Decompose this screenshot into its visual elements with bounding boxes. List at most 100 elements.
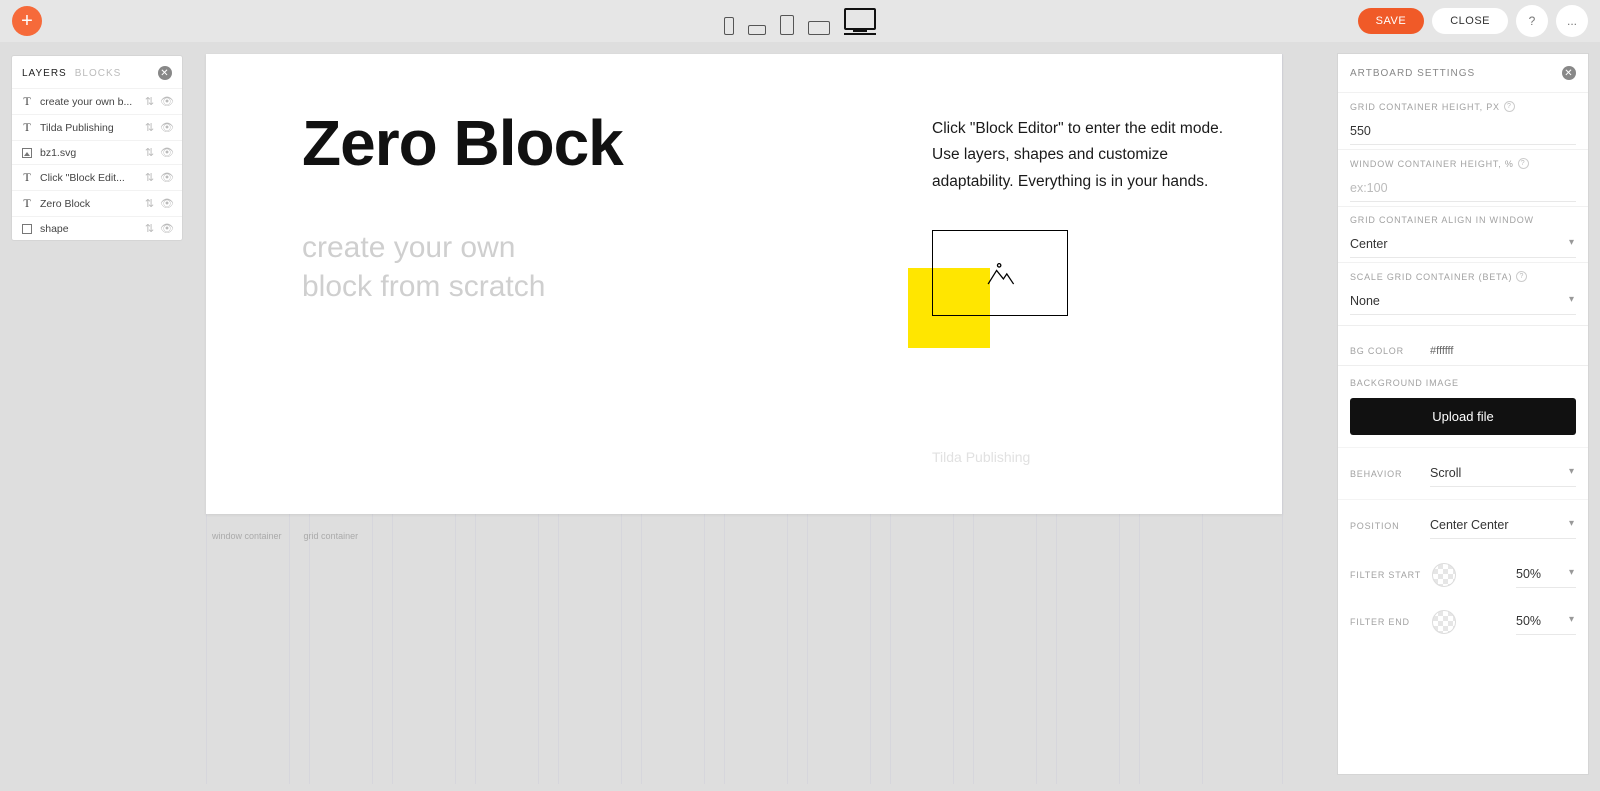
upload-file-button[interactable]: Upload file [1350, 398, 1576, 435]
layer-lock-icon[interactable]: ⇅ [145, 197, 154, 210]
position-label: POSITION [1350, 521, 1420, 531]
layer-label: bz1.svg [40, 147, 145, 159]
grid-height-label: GRID CONTAINER HEIGHT, PX ? [1350, 101, 1576, 112]
setting-filter-start: FILTER START 50% [1338, 551, 1588, 598]
layer-row[interactable]: bz1.svg⇅ 👁 [12, 140, 182, 164]
layer-label: Tilda Publishing [40, 122, 145, 134]
artboard[interactable]: Zero Block create your own block from sc… [206, 54, 1282, 514]
layer-label: create your own b... [40, 96, 145, 108]
setting-grid-height: GRID CONTAINER HEIGHT, PX ? [1338, 92, 1588, 149]
align-select[interactable]: Center [1350, 231, 1576, 258]
device-tablet-icon[interactable] [780, 15, 794, 35]
device-phone-landscape-icon[interactable] [748, 25, 766, 35]
bgcolor-value[interactable]: #ffffff [1430, 345, 1453, 357]
device-desktop-icon [844, 8, 876, 30]
layer-type-icon: T [20, 120, 34, 135]
layers-panel-header: LAYERS BLOCKS ✕ [12, 56, 182, 88]
layer-row[interactable]: T Tilda Publishing⇅ 👁 [12, 114, 182, 140]
layer-lock-icon[interactable]: ⇅ [145, 121, 154, 134]
layer-visibility-icon[interactable]: 👁 [160, 95, 174, 108]
setting-position: POSITION Center Center [1338, 499, 1588, 551]
subtitle-line2: block from scratch [302, 267, 545, 306]
layer-lock-icon[interactable]: ⇅ [145, 222, 154, 235]
window-container-label[interactable]: window container [206, 528, 288, 544]
layer-visibility-icon[interactable]: 👁 [160, 146, 174, 159]
layer-visibility-icon[interactable]: 👁 [160, 121, 174, 134]
layer-type-icon [20, 224, 34, 234]
grid-container-label[interactable]: grid container [298, 528, 365, 544]
canvas-container-labels: window container grid container [206, 528, 364, 544]
filter-start-select[interactable]: 50% [1516, 561, 1576, 588]
tab-blocks[interactable]: BLOCKS [75, 68, 122, 79]
tilda-publishing-text[interactable]: Tilda Publishing [932, 449, 1030, 465]
behavior-label: BEHAVIOR [1350, 469, 1420, 479]
layers-panel: LAYERS BLOCKS ✕ Tcreate your own b...⇅👁T… [12, 56, 182, 240]
position-select[interactable]: Center Center [1430, 512, 1576, 539]
device-phone-icon[interactable] [724, 17, 734, 35]
layer-type-icon: T [20, 196, 34, 211]
layer-lock-icon[interactable]: ⇅ [145, 95, 154, 108]
scale-label: SCALE GRID CONTAINER (BETA) ? [1350, 271, 1576, 282]
settings-title: ARTBOARD SETTINGS [1350, 68, 1475, 79]
behavior-select[interactable]: Scroll [1430, 460, 1576, 487]
settings-header: ARTBOARD SETTINGS ✕ [1338, 54, 1588, 92]
setting-scale: SCALE GRID CONTAINER (BETA) ? None [1338, 262, 1588, 319]
subtitle-text[interactable]: create your own block from scratch [302, 228, 545, 306]
window-height-input[interactable] [1350, 175, 1576, 202]
filter-end-label: FILTER END [1350, 617, 1422, 627]
layer-row[interactable]: Tcreate your own b...⇅ 👁 [12, 88, 182, 114]
settings-panel: ARTBOARD SETTINGS ✕ GRID CONTAINER HEIGH… [1338, 54, 1588, 774]
device-desktop-active[interactable] [844, 8, 876, 35]
filter-end-swatch[interactable] [1432, 610, 1456, 634]
filter-start-label: FILTER START [1350, 570, 1422, 580]
setting-window-height: WINDOW CONTAINER HEIGHT, % ? [1338, 149, 1588, 206]
bgimage-label: BACKGROUND IMAGE [1350, 378, 1576, 388]
close-button[interactable]: CLOSE [1432, 8, 1508, 34]
setting-bgimage: BACKGROUND IMAGE Upload file [1338, 365, 1588, 447]
layer-row[interactable]: shape⇅ 👁 [12, 216, 182, 240]
more-button[interactable]: ... [1556, 5, 1588, 37]
help-button[interactable]: ? [1516, 5, 1548, 37]
description-text[interactable]: Click "Block Editor" to enter the edit m… [932, 116, 1252, 195]
device-switcher [724, 8, 876, 35]
tab-layers[interactable]: LAYERS [22, 68, 67, 79]
scale-select[interactable]: None [1350, 288, 1576, 315]
setting-bgcolor: BG COLOR #ffffff [1338, 337, 1588, 365]
layer-label: shape [40, 223, 145, 235]
add-button[interactable]: + [12, 6, 42, 36]
help-icon[interactable]: ? [1516, 271, 1527, 282]
help-icon[interactable]: ? [1518, 158, 1529, 169]
layer-visibility-icon[interactable]: 👁 [160, 171, 174, 184]
align-label: GRID CONTAINER ALIGN IN WINDOW [1350, 215, 1576, 225]
grid-height-input[interactable] [1350, 118, 1576, 145]
canvas[interactable]: Zero Block create your own block from sc… [206, 54, 1282, 514]
filter-start-swatch[interactable] [1432, 563, 1456, 587]
image-placeholder-icon [983, 258, 1017, 288]
device-tablet-landscape-icon[interactable] [808, 21, 830, 35]
window-height-label: WINDOW CONTAINER HEIGHT, % ? [1350, 158, 1576, 169]
help-icon[interactable]: ? [1504, 101, 1515, 112]
layer-visibility-icon[interactable]: 👁 [160, 222, 174, 235]
title-text[interactable]: Zero Block [302, 106, 623, 180]
layer-type-icon: T [20, 94, 34, 109]
filter-end-select[interactable]: 50% [1516, 608, 1576, 635]
settings-close-icon[interactable]: ✕ [1562, 66, 1576, 80]
layer-lock-icon[interactable]: ⇅ [145, 171, 154, 184]
setting-behavior: BEHAVIOR Scroll [1338, 447, 1588, 499]
layers-list: Tcreate your own b...⇅👁TTilda Publishing… [12, 88, 182, 240]
topbar-right-group: SAVE CLOSE ? ... [1358, 5, 1588, 37]
layer-visibility-icon[interactable]: 👁 [160, 197, 174, 210]
layer-type-icon: T [20, 170, 34, 185]
layer-label: Zero Block [40, 198, 145, 210]
setting-filter-end: FILTER END 50% [1338, 598, 1588, 645]
save-button[interactable]: SAVE [1358, 8, 1425, 34]
image-placeholder[interactable] [932, 230, 1068, 316]
top-toolbar: + SAVE CLOSE ? ... [0, 0, 1600, 42]
subtitle-line1: create your own [302, 228, 545, 267]
layer-row[interactable]: T Click "Block Edit...⇅ 👁 [12, 164, 182, 190]
layer-lock-icon[interactable]: ⇅ [145, 146, 154, 159]
layers-panel-close-icon[interactable]: ✕ [158, 66, 172, 80]
layer-row[interactable]: T Zero Block⇅ 👁 [12, 190, 182, 216]
layer-label: Click "Block Edit... [40, 172, 145, 184]
layer-type-icon [20, 148, 34, 158]
